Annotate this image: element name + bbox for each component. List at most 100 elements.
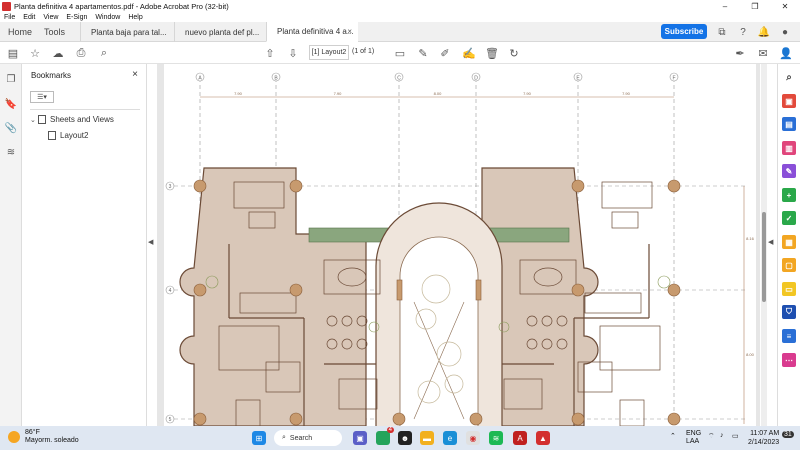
fill-sign-tool-icon[interactable]: ✓ bbox=[782, 211, 796, 225]
page-up-icon[interactable]: ⇧ bbox=[263, 46, 277, 60]
organize-pages-icon[interactable]: ▥ bbox=[782, 141, 796, 155]
menu-bar: File Edit View E-Sign Window Help bbox=[0, 12, 800, 22]
page-down-icon[interactable]: ⇩ bbox=[286, 46, 300, 60]
scrollbar-thumb[interactable] bbox=[762, 212, 766, 302]
bookmark-label: Layout2 bbox=[60, 131, 89, 140]
search-label: Search bbox=[289, 434, 313, 442]
attachments-icon[interactable]: 📎 bbox=[4, 121, 18, 135]
whatsapp-icon[interactable]: 4 bbox=[376, 427, 394, 445]
bookmarks-title: Bookmarks bbox=[31, 71, 72, 80]
stamp-icon[interactable]: ▢ bbox=[782, 258, 796, 272]
window-controls: – ❐ ✕ bbox=[710, 0, 800, 12]
tab-tools[interactable]: Tools bbox=[44, 22, 65, 42]
close-tab-icon[interactable]: × bbox=[347, 27, 352, 36]
close-window-icon[interactable]: ✕ bbox=[770, 0, 800, 12]
acrobat-taskbar-icon[interactable]: ▲ bbox=[536, 431, 550, 445]
notifications-icon[interactable]: 🔔 bbox=[757, 25, 771, 39]
subscribe-button[interactable]: Subscribe bbox=[661, 24, 707, 39]
notification-count-badge[interactable]: 31 bbox=[782, 431, 794, 438]
pages-thumbnails-icon[interactable]: ❐ bbox=[4, 72, 18, 86]
menu-edit[interactable]: Edit bbox=[23, 14, 35, 21]
draw-icon[interactable]: ✐ bbox=[438, 46, 452, 60]
left-nav-rail: ❐ 🔖 📎 ≋ bbox=[0, 64, 22, 426]
share-user-icon[interactable]: 👤 bbox=[779, 46, 793, 60]
combine-files-icon[interactable]: ▤ bbox=[782, 117, 796, 131]
delete-icon[interactable]: 🗑 bbox=[485, 46, 499, 60]
start-windows-icon[interactable]: ⊞ bbox=[252, 431, 266, 445]
layers-icon[interactable]: ≋ bbox=[4, 145, 18, 159]
acrobat-app-icon bbox=[2, 1, 11, 11]
volume-icon[interactable]: ♪ bbox=[720, 432, 724, 439]
edit-pdf-icon[interactable]: ✎ bbox=[782, 164, 796, 178]
file-explorer-icon[interactable]: ▬ bbox=[420, 431, 434, 445]
bookmark-options-button[interactable]: ☰▾ bbox=[30, 91, 54, 103]
sun-icon bbox=[8, 431, 20, 443]
upload-cloud-icon[interactable]: ☁ bbox=[51, 46, 65, 60]
sign-icon[interactable]: ✒ bbox=[733, 46, 747, 60]
zoom-tool-icon[interactable]: ⌕ bbox=[782, 70, 796, 84]
menu-file[interactable]: File bbox=[4, 14, 15, 21]
grid-row-label: 5 bbox=[169, 417, 172, 423]
teams-icon[interactable]: ▣ bbox=[353, 431, 367, 445]
edge-icon[interactable]: e bbox=[443, 431, 457, 445]
document-view[interactable]: A B C D E F 3 4 5 7.90 7.90 8.00 7.90 7.90 8.16 8.00 bbox=[157, 64, 760, 426]
menu-esign[interactable]: E-Sign bbox=[66, 14, 87, 21]
account-icon[interactable]: ● bbox=[778, 25, 792, 39]
chrome-icon[interactable]: ◉ bbox=[466, 431, 480, 445]
print-icon[interactable]: ⎙ bbox=[74, 46, 88, 60]
highlight-pen-icon[interactable]: ✎ bbox=[416, 46, 430, 60]
page-number-input[interactable]: [1] Layout2 bbox=[309, 45, 349, 60]
battery-icon[interactable]: ▭ bbox=[732, 432, 739, 440]
comment-tool-icon[interactable]: ▭ bbox=[782, 282, 796, 296]
title-bar: Planta definitiva 4 apartamentos.pdf - A… bbox=[0, 0, 800, 12]
close-panel-icon[interactable]: × bbox=[132, 69, 138, 80]
tab-document-2[interactable]: nuevo planta def pl... bbox=[174, 22, 266, 42]
wifi-icon[interactable]: ⌔ bbox=[708, 432, 715, 441]
scan-ocr-icon[interactable]: ▦ bbox=[782, 235, 796, 249]
bookmark-layout2[interactable]: Layout2 bbox=[48, 131, 88, 140]
bookmark-star-icon[interactable]: ☆ bbox=[28, 46, 42, 60]
maximize-icon[interactable]: ❐ bbox=[740, 0, 770, 12]
zoom-search-icon[interactable]: ⌕ bbox=[97, 46, 111, 60]
save-icon[interactable]: ▤ bbox=[6, 46, 20, 60]
vertical-scrollbar[interactable] bbox=[761, 64, 767, 426]
menu-window[interactable]: Window bbox=[95, 14, 120, 21]
tab-home[interactable]: Home bbox=[8, 22, 32, 42]
protect-icon[interactable]: ⛉ bbox=[782, 305, 796, 319]
tab-document-3-label: Planta definitiva 4 a... bbox=[277, 27, 354, 36]
tab-document-1-label: Planta baja para tal... bbox=[91, 27, 167, 37]
bookmarks-icon[interactable]: 🔖 bbox=[4, 97, 18, 111]
print-production-icon[interactable]: ≡ bbox=[782, 329, 796, 343]
tab-document-1[interactable]: Planta baja para tal... bbox=[80, 22, 172, 42]
fill-sign-icon[interactable]: ✍ bbox=[462, 46, 476, 60]
weather-widget[interactable]: 86°F Mayorm. soleado bbox=[8, 429, 79, 445]
create-pdf-icon[interactable]: + bbox=[782, 188, 796, 202]
minimize-icon[interactable]: – bbox=[710, 0, 740, 12]
menu-view[interactable]: View bbox=[43, 14, 58, 21]
chevron-down-icon[interactable]: ⌄ bbox=[30, 116, 38, 124]
dimension-label: 7.90 bbox=[622, 91, 631, 96]
spotify-icon[interactable]: ≋ bbox=[489, 431, 503, 445]
menu-help[interactable]: Help bbox=[128, 14, 142, 21]
autocad-icon[interactable]: A bbox=[513, 431, 527, 445]
bookmark-sheets-and-views[interactable]: ⌄ Sheets and Views bbox=[30, 115, 114, 124]
tray-chevron-up-icon[interactable]: ⌃ bbox=[670, 432, 676, 440]
tab-document-3[interactable]: Planta definitiva 4 a... × bbox=[266, 22, 358, 42]
rotate-icon[interactable]: ↻ bbox=[507, 46, 521, 60]
language-indicator[interactable]: ENG LAA bbox=[686, 430, 701, 446]
alien-app-icon[interactable]: ☻ bbox=[398, 431, 412, 445]
more-tools-icon[interactable]: ⋯ bbox=[782, 353, 796, 367]
system-clock[interactable]: 11:07 AM 2/14/2023 bbox=[748, 429, 779, 447]
tab-document-2-label: nuevo planta def pl... bbox=[185, 27, 260, 37]
collapse-right-panel-icon[interactable]: ◀ bbox=[768, 238, 773, 246]
help-icon[interactable]: ? bbox=[736, 25, 750, 39]
export-pdf-icon[interactable]: ▣ bbox=[782, 94, 796, 108]
cloud-device-icon[interactable]: ⧉ bbox=[715, 25, 729, 39]
pdf-page: A B C D E F 3 4 5 7.90 7.90 8.00 7.90 7.90 8.16 8.00 bbox=[164, 64, 756, 426]
taskbar-search[interactable]: ⌕ Search bbox=[274, 430, 342, 446]
comment-icon[interactable]: ▭ bbox=[393, 46, 407, 60]
collapse-left-panel-icon[interactable]: ◀ bbox=[148, 238, 153, 246]
clock-time: 11:07 AM bbox=[750, 430, 780, 437]
grid-row-label: 3 bbox=[169, 184, 172, 190]
email-icon[interactable]: ✉ bbox=[756, 46, 770, 60]
